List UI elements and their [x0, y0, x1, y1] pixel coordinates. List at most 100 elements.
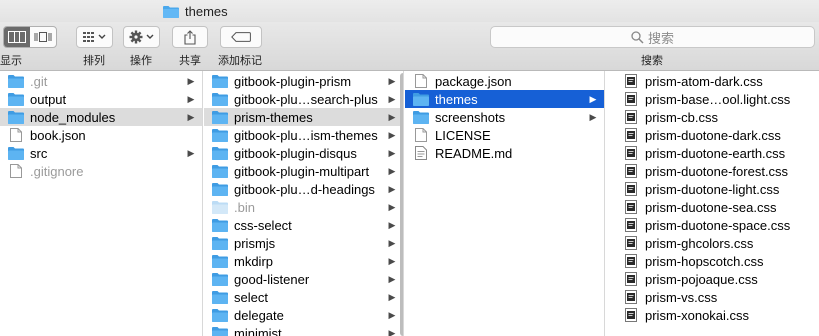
item-icon-wrap: [623, 146, 639, 160]
folder-icon: [212, 327, 228, 336]
item-icon-wrap: [623, 74, 639, 88]
file-list-item[interactable]: book.json: [0, 126, 202, 144]
search-field[interactable]: 搜索: [490, 26, 815, 48]
item-name: .gitignore: [30, 163, 84, 179]
file-icon: [415, 128, 427, 142]
disclosure-arrow-icon: ▶: [388, 219, 396, 230]
item-icon-wrap: [212, 236, 228, 250]
item-name: prism-duotone-earth.css: [645, 145, 786, 161]
item-name: gitbook-plu…search-plus: [234, 91, 378, 107]
file-list-item[interactable]: delegate ▶: [204, 306, 403, 324]
item-icon-wrap: [8, 164, 24, 178]
folder-icon: [8, 75, 24, 88]
disclosure-arrow-icon: ▶: [388, 309, 396, 320]
item-name: prism-ghcolors.css: [645, 235, 754, 251]
file-list-item[interactable]: prism-duotone-forest.css: [615, 162, 819, 180]
file-list-item[interactable]: css-select ▶: [204, 216, 403, 234]
item-name: minimist: [234, 325, 282, 336]
file-list-item[interactable]: gitbook-plugin-prism ▶: [204, 72, 403, 90]
disclosure-arrow-icon: ▶: [187, 111, 195, 122]
share-label: 共享: [179, 55, 201, 67]
disclosure-arrow-icon: ▶: [187, 147, 195, 158]
file-list-item[interactable]: prism-hopscotch.css: [615, 252, 819, 270]
file-list-item[interactable]: package.json: [405, 72, 604, 90]
item-name: prism-duotone-space.css: [645, 217, 791, 233]
file-list-item[interactable]: prism-duotone-space.css: [615, 216, 819, 234]
file-list-item[interactable]: README.md: [405, 144, 604, 162]
file-list-item[interactable]: gitbook-plugin-disqus ▶: [204, 144, 403, 162]
item-name: prism-cb.css: [645, 109, 718, 125]
column-1[interactable]: .git ▶ output ▶ node_modules ▶ book.json src ▶ .g…: [0, 71, 203, 336]
file-list-item[interactable]: prism-pojoaque.css: [615, 270, 819, 288]
file-list-item[interactable]: screenshots ▶: [405, 108, 604, 126]
disclosure-arrow-icon: ▶: [388, 93, 396, 104]
action-button[interactable]: [123, 26, 160, 48]
file-list-item[interactable]: select ▶: [204, 288, 403, 306]
item-name: themes: [435, 91, 478, 107]
file-list-item[interactable]: prism-themes ▶: [204, 108, 403, 126]
disclosure-arrow-icon: ▶: [388, 111, 396, 122]
item-name: README.md: [435, 145, 513, 161]
file-list-item[interactable]: prism-duotone-light.css: [615, 180, 819, 198]
file-list-item[interactable]: .gitignore: [0, 162, 202, 180]
file-list-item[interactable]: output ▶: [0, 90, 202, 108]
item-icon-wrap: [212, 326, 228, 336]
file-list-item[interactable]: prism-duotone-dark.css: [615, 126, 819, 144]
file-list-item[interactable]: gitbook-plu…search-plus ▶: [204, 90, 403, 108]
file-list-item[interactable]: src ▶: [0, 144, 202, 162]
file-list-item[interactable]: minimist ▶: [204, 324, 403, 336]
file-list-item[interactable]: prism-vs.css: [615, 288, 819, 306]
file-list-item[interactable]: themes ▶: [405, 90, 604, 108]
item-name: output: [30, 91, 67, 107]
css-file-icon: [625, 92, 637, 106]
file-list-item[interactable]: prismjs ▶: [204, 234, 403, 252]
disclosure-arrow-icon: ▶: [589, 93, 597, 104]
column-view-button[interactable]: [4, 27, 30, 47]
disclosure-arrow-icon: ▶: [388, 165, 396, 176]
item-name: prism-xonokai.css: [645, 307, 750, 323]
file-list-item[interactable]: prism-atom-dark.css: [615, 72, 819, 90]
arrange-button[interactable]: [76, 26, 113, 48]
file-list-item[interactable]: prism-cb.css: [615, 108, 819, 126]
item-icon-wrap: [413, 128, 429, 142]
title-bar[interactable]: themes: [0, 0, 819, 22]
file-list-item[interactable]: gitbook-plu…d-headings ▶: [204, 180, 403, 198]
disclosure-arrow-icon: ▶: [388, 183, 396, 194]
file-list-item[interactable]: prism-duotone-sea.css: [615, 198, 819, 216]
share-button[interactable]: [172, 26, 208, 48]
file-list-item[interactable]: mkdirp ▶: [204, 252, 403, 270]
folder-icon: [212, 291, 228, 304]
cover-flow-button[interactable]: [30, 27, 56, 47]
file-list-item[interactable]: LICENSE: [405, 126, 604, 144]
scrollbar[interactable]: [400, 73, 403, 336]
file-list-item[interactable]: prism-base…ool.light.css: [615, 90, 819, 108]
item-name: prismjs: [234, 235, 276, 251]
css-file-icon: [625, 272, 637, 286]
column-4[interactable]: prism-atom-dark.css prism-base…ool.light.…: [615, 71, 819, 336]
file-list-item[interactable]: gitbook-plugin-multipart ▶: [204, 162, 403, 180]
file-list-item[interactable]: .git ▶: [0, 72, 202, 90]
column-2[interactable]: gitbook-plugin-prism ▶ gitbook-plu…search-…: [204, 71, 404, 336]
tag-icon: [231, 32, 251, 42]
item-name: good-listener: [234, 271, 310, 287]
folder-icon: [8, 147, 24, 160]
file-list-item[interactable]: prism-xonokai.css: [615, 306, 819, 324]
folder-icon: [212, 147, 228, 160]
edit-tags-button[interactable]: [220, 26, 262, 48]
file-list-item[interactable]: prism-ghcolors.css: [615, 234, 819, 252]
item-icon-wrap: [623, 200, 639, 214]
css-file-icon: [625, 128, 637, 142]
column-3[interactable]: package.json themes ▶ screenshots ▶ LICENSE RE…: [405, 71, 605, 336]
item-icon-wrap: [413, 92, 429, 106]
file-list-item[interactable]: good-listener ▶: [204, 270, 403, 288]
folder-icon: [212, 165, 228, 178]
file-list-item[interactable]: .bin ▶: [204, 198, 403, 216]
item-name: delegate: [234, 307, 284, 323]
file-list-item[interactable]: gitbook-plu…ism-themes ▶: [204, 126, 403, 144]
file-list-item[interactable]: prism-duotone-earth.css: [615, 144, 819, 162]
item-icon-wrap: [212, 218, 228, 232]
item-icon-wrap: [8, 110, 24, 124]
file-list-item[interactable]: node_modules ▶: [0, 108, 202, 126]
item-icon-wrap: [212, 200, 228, 214]
view-mode-control[interactable]: [3, 26, 57, 48]
